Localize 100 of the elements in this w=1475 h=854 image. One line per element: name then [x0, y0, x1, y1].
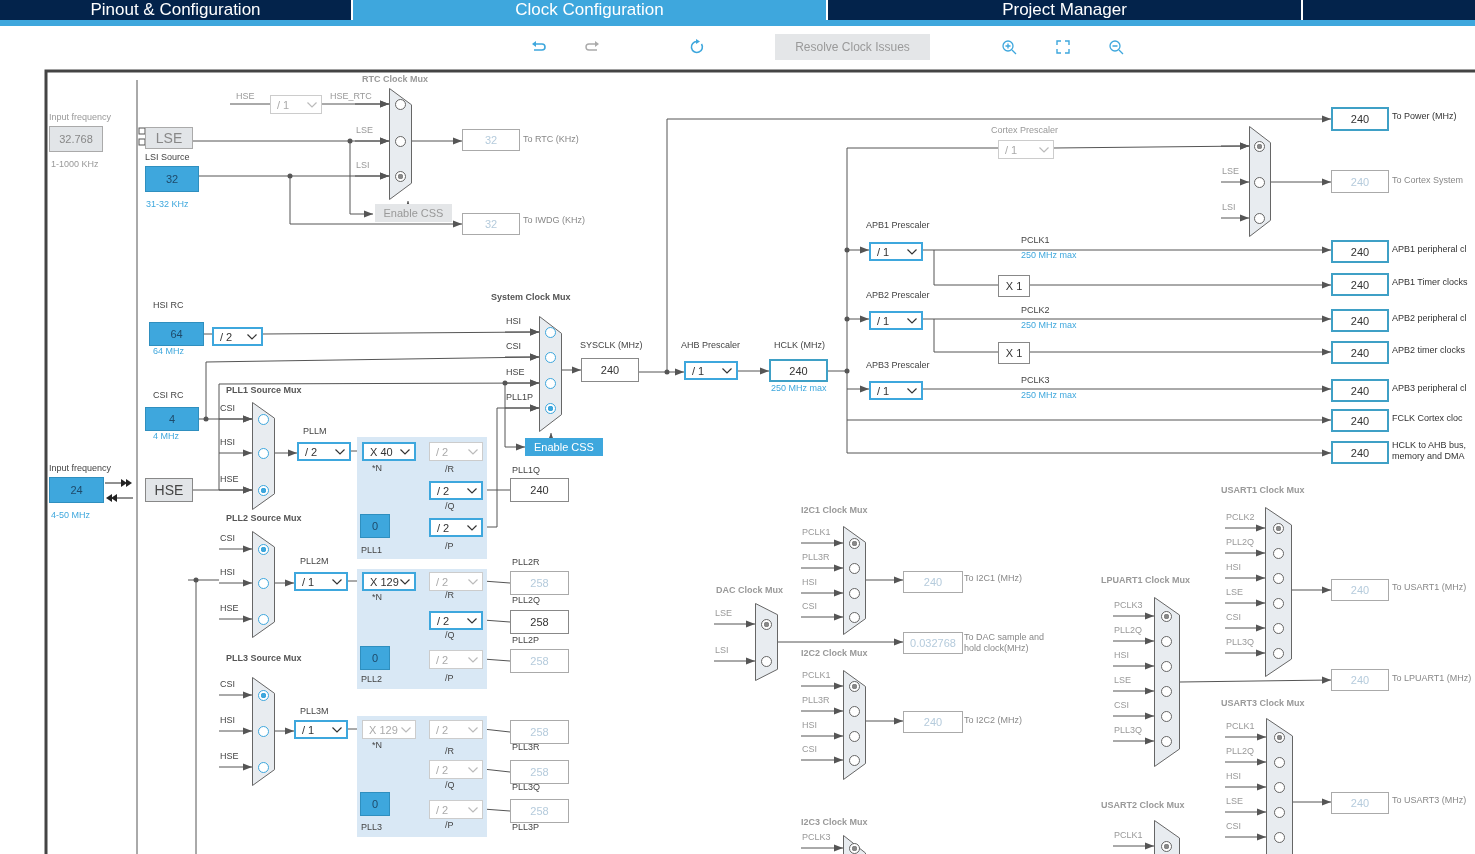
dropdown[interactable]: / 2 — [429, 518, 483, 537]
diagram-label: Cortex Prescaler — [991, 125, 1059, 136]
frequency-field[interactable]: 0 — [360, 646, 390, 670]
radio-button[interactable] — [257, 689, 269, 701]
diagram-label: 250 MHz max — [1021, 250, 1077, 261]
chevron-down-icon — [467, 487, 477, 494]
diagram-label: LSI Source — [145, 152, 190, 163]
chevron-down-icon — [247, 333, 257, 340]
chevron-down-icon — [468, 448, 478, 455]
dropdown[interactable]: / 1 — [869, 311, 923, 330]
input-label: HSI — [1226, 771, 1241, 782]
diagram-label: APB2 Prescaler — [866, 290, 930, 301]
input-label: CSI — [220, 679, 235, 690]
diagram-label: PLL3P — [512, 822, 540, 833]
input-label: PCLK3 — [802, 832, 831, 843]
frequency-value: X 1 — [998, 342, 1030, 364]
enable-css-button[interactable]: Enable CSS — [525, 438, 603, 456]
dropdown[interactable]: / 1 — [294, 720, 348, 739]
radio-button[interactable] — [257, 761, 269, 773]
input-label: PCLK1 — [1226, 721, 1255, 732]
input-label: HSE — [506, 367, 525, 378]
diagram-label: PLL2M — [300, 556, 329, 567]
input-label: LSE — [356, 125, 373, 136]
diagram-label: System Clock Mux — [491, 292, 571, 303]
diagram-label: /R — [445, 590, 454, 601]
chevron-down-icon — [307, 101, 317, 108]
arrow-right-icon — [105, 478, 133, 488]
frequency-value: 240 — [903, 571, 963, 593]
radio-button[interactable] — [544, 377, 556, 389]
diagram-label: HSI RC — [153, 300, 184, 311]
chevron-down-icon — [907, 248, 917, 255]
dropdown[interactable]: X 129 — [362, 572, 416, 591]
frequency-field[interactable]: 4 — [145, 407, 199, 431]
frequency-value: 240 — [1331, 441, 1389, 464]
dropdown[interactable]: / 2 — [429, 611, 483, 630]
chevron-down-icon — [467, 617, 477, 624]
input-label: HSI — [1114, 650, 1129, 661]
input-label: PCLK1 — [802, 527, 831, 538]
oscillator-block[interactable]: LSE — [145, 127, 193, 149]
input-label: CSI — [1114, 700, 1129, 711]
dropdown[interactable]: / 2 — [297, 442, 351, 461]
chevron-down-icon — [467, 524, 477, 531]
diagram-label: /Q — [445, 501, 455, 512]
dropdown[interactable]: / 1 — [684, 361, 738, 380]
diagram-label: USART2 Clock Mux — [1101, 800, 1185, 811]
frequency-value: 258 — [510, 649, 569, 673]
frequency-value: 258 — [510, 610, 569, 634]
chevron-down-icon — [401, 726, 411, 733]
frequency-field[interactable]: 0 — [360, 514, 390, 538]
diagram-label: 31-32 KHz — [146, 199, 189, 210]
diagram-label: APB2 timer clocks — [1392, 345, 1466, 356]
radio-button[interactable] — [544, 402, 556, 414]
oscillator-block[interactable]: HSE — [145, 478, 193, 502]
frequency-value: 32 — [462, 213, 520, 235]
input-label: LSE — [715, 608, 732, 619]
diagram-label: 250 MHz max — [771, 383, 827, 394]
tab[interactable]: Clock Configuration — [353, 0, 828, 20]
dropdown[interactable]: X 40 — [362, 442, 416, 461]
input-label: PLL3Q — [1226, 637, 1255, 648]
radio-button[interactable] — [257, 577, 269, 589]
input-label: CSI — [802, 601, 817, 612]
frequency-field[interactable]: 64 — [149, 322, 204, 346]
diagram-label: APB1 Timer clocks — [1392, 277, 1468, 288]
zoom-in-icon[interactable] — [1001, 39, 1017, 55]
frequency-value: 240 — [1331, 341, 1389, 364]
diagram-label: PLL1 — [361, 545, 383, 556]
chevron-down-icon — [907, 387, 917, 394]
zoom-out-icon[interactable] — [1108, 39, 1124, 55]
radio-button[interactable] — [257, 543, 269, 555]
dropdown[interactable]: / 1 — [869, 381, 923, 400]
radio-button[interactable] — [257, 725, 269, 737]
dropdown[interactable]: / 2 — [429, 481, 483, 500]
frequency-value: 258 — [510, 720, 569, 744]
diagram-label: APB3 peripheral cl — [1392, 383, 1467, 394]
radio-button[interactable] — [544, 351, 556, 363]
frequency-field[interactable]: 24 — [49, 477, 104, 503]
frequency-field[interactable]: 32 — [145, 166, 199, 192]
radio-button[interactable] — [257, 413, 269, 425]
input-label: PLL2Q — [1114, 625, 1143, 636]
input-label: HSI — [220, 715, 235, 726]
diagram-label: 4 MHz — [153, 431, 179, 442]
input-label: LSI — [356, 160, 370, 171]
diagram-label: PLL3M — [300, 706, 329, 717]
dropdown[interactable]: / 1 — [294, 572, 348, 591]
diagram-label: 1-1000 KHz — [51, 159, 99, 170]
frequency-value: 258 — [510, 760, 569, 784]
radio-button[interactable] — [257, 447, 269, 459]
arrow-left-icon — [105, 493, 133, 503]
radio-button[interactable] — [544, 326, 556, 338]
input-label: HSI — [506, 316, 521, 327]
diagram-label: PLL2 Source Mux — [226, 513, 302, 524]
frequency-value: 240 — [903, 711, 963, 733]
diagram-label: PLL2 — [361, 674, 383, 685]
dropdown[interactable]: / 2 — [212, 327, 263, 346]
dropdown[interactable]: / 1 — [869, 242, 923, 261]
radio-button[interactable] — [257, 484, 269, 496]
radio-button[interactable] — [257, 613, 269, 625]
refresh-icon[interactable] — [689, 39, 705, 55]
frequency-value: 240 — [769, 359, 828, 382]
frequency-field[interactable]: 0 — [360, 792, 390, 816]
